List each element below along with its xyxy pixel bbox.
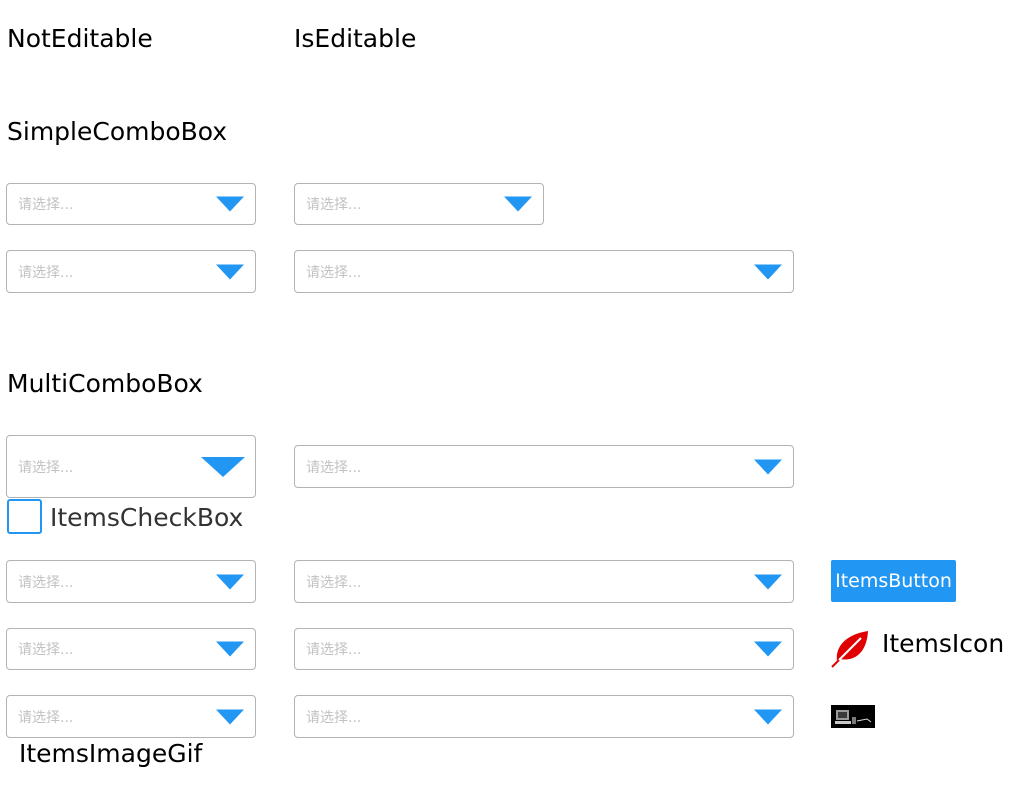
combobox-placeholder: 请选择...	[306, 574, 362, 591]
chevron-down-icon[interactable]	[754, 641, 782, 657]
simple-combobox-editable-1[interactable]: 请选择...	[294, 183, 544, 225]
multi-combobox-editable-4[interactable]: 请选择...	[294, 695, 794, 738]
simple-combobox-not-editable-1[interactable]: 请选择...	[6, 183, 256, 225]
chevron-down-icon[interactable]	[754, 264, 782, 279]
multi-combobox-heading: MultiComboBox	[7, 369, 203, 398]
items-checkbox[interactable]	[7, 499, 42, 534]
multi-combobox-not-editable-3[interactable]: 请选择...	[6, 628, 256, 670]
multi-combobox-editable-1[interactable]: 请选择...	[294, 445, 794, 488]
multi-combobox-editable-3[interactable]: 请选择...	[294, 628, 794, 670]
multi-combobox-editable-2[interactable]: 请选择...	[294, 560, 794, 603]
items-button[interactable]: ItemsButton	[831, 560, 956, 602]
chevron-down-icon[interactable]	[216, 641, 244, 657]
multi-combobox-not-editable-2[interactable]: 请选择...	[6, 560, 256, 603]
chevron-down-icon[interactable]	[754, 574, 782, 589]
chevron-down-icon[interactable]	[216, 574, 244, 589]
combobox-placeholder: 请选择...	[18, 709, 74, 726]
combobox-placeholder: 请选择...	[306, 264, 362, 281]
chevron-down-icon[interactable]	[754, 459, 782, 474]
chevron-down-icon[interactable]	[216, 709, 244, 724]
chevron-down-icon[interactable]	[504, 196, 532, 212]
combobox-placeholder: 请选择...	[18, 574, 74, 591]
simple-combobox-editable-2[interactable]: 请选择...	[294, 250, 794, 293]
combobox-placeholder: 请选择...	[18, 459, 74, 476]
combobox-placeholder: 请选择...	[18, 197, 74, 213]
combobox-placeholder: 请选择...	[306, 459, 362, 476]
combobox-placeholder: 请选择...	[306, 709, 362, 726]
computer-gif-icon	[831, 705, 875, 728]
simple-combobox-heading: SimpleComboBox	[7, 117, 228, 146]
not-editable-heading: NotEditable	[7, 24, 153, 53]
items-icon-label: ItemsIcon	[882, 629, 1005, 658]
is-editable-heading: IsEditable	[294, 24, 417, 53]
items-checkbox-label[interactable]: ItemsCheckBox	[50, 503, 243, 533]
combobox-placeholder: 请选择...	[18, 264, 74, 281]
combobox-placeholder: 请选择...	[306, 197, 362, 213]
leaf-icon	[831, 631, 868, 668]
chevron-down-icon[interactable]	[201, 456, 245, 477]
multi-combobox-not-editable-4[interactable]: 请选择...	[6, 695, 256, 738]
multi-combobox-not-editable-1[interactable]: 请选择...	[6, 435, 256, 498]
items-imagegif-label: ItemsImageGif	[19, 739, 203, 768]
chevron-down-icon[interactable]	[216, 264, 244, 279]
chevron-down-icon[interactable]	[754, 709, 782, 724]
simple-combobox-not-editable-2[interactable]: 请选择...	[6, 250, 256, 293]
combobox-placeholder: 请选择...	[18, 642, 74, 658]
combobox-placeholder: 请选择...	[306, 642, 362, 658]
chevron-down-icon[interactable]	[216, 196, 244, 212]
